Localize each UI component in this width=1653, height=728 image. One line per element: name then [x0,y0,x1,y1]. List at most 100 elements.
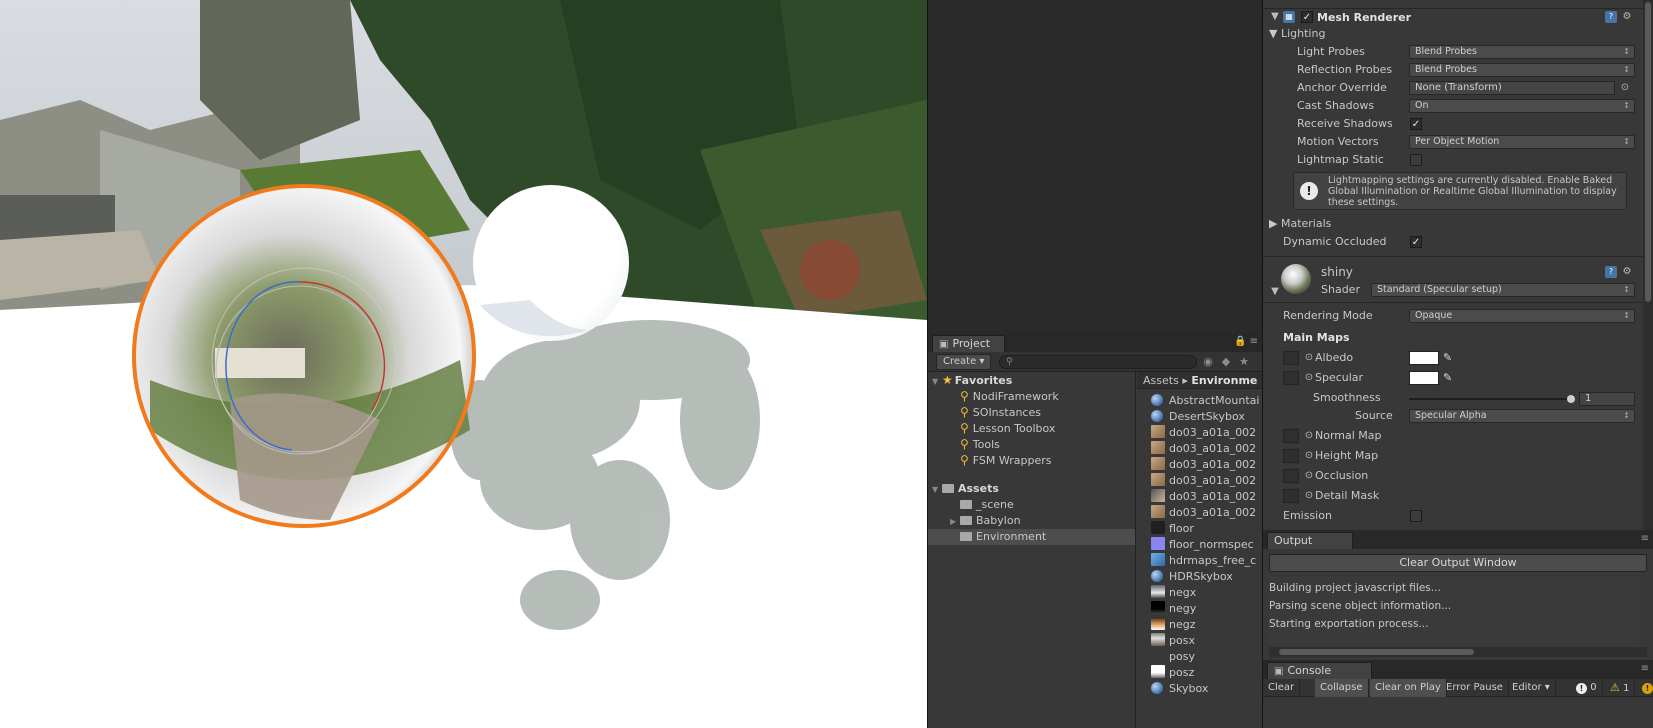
reflection-probes-dropdown[interactable]: Blend Probes [1409,63,1635,77]
eyedropper-icon[interactable]: ✎ [1443,352,1455,364]
filter-by-type-icon[interactable]: ◉ [1200,354,1216,370]
create-button[interactable]: Create ▾ [936,354,992,370]
favorite-item[interactable]: ⚲ FSM Wrappers [928,452,1135,468]
clear-output-button[interactable]: Clear Output Window [1269,554,1647,572]
object-picker-icon[interactable]: ⊙ [1303,450,1315,462]
project-tab[interactable]: ▣ Project [932,335,1006,352]
scene-canvas[interactable] [0,0,927,728]
folder-item[interactable]: _scene [928,497,1135,513]
editor-dropdown[interactable]: Editor ▾ [1507,679,1556,697]
menu-icon[interactable]: ≡ [1641,533,1649,544]
detail-mask-slot[interactable] [1283,489,1299,503]
occlusion-slot[interactable] [1283,469,1299,483]
smoothness-value-field[interactable]: 1 [1579,392,1635,406]
specular-color-swatch[interactable] [1409,371,1439,385]
asset-item[interactable]: do03_a01a_002 [1137,425,1262,441]
albedo-texture-slot[interactable] [1283,351,1299,365]
console-tab[interactable]: ▣ Console [1267,662,1373,679]
folder-item[interactable]: ▶ Babylon [928,513,1135,529]
emission-checkbox[interactable] [1410,510,1422,522]
asset-item[interactable]: DesertSkybox [1137,409,1262,425]
asset-item[interactable]: posz [1137,665,1262,681]
collapse-button[interactable]: Collapse [1315,679,1369,697]
error-pause-button[interactable]: Error Pause [1441,679,1509,697]
specular-texture-slot[interactable] [1283,371,1299,385]
object-picker-icon[interactable]: ⊙ [1619,82,1631,94]
scrollbar-thumb[interactable] [1645,2,1651,302]
asset-item[interactable]: floor_normspec [1137,537,1262,553]
mesh-renderer-enabled-checkbox[interactable]: ✓ [1301,11,1313,23]
asset-item[interactable]: hdrmaps_free_c [1137,553,1262,569]
foldout-arrow-icon[interactable]: ▼ [1269,11,1281,23]
assets-header[interactable]: ▼ Assets [928,481,1135,497]
gear-icon[interactable]: ⚙ [1621,266,1633,278]
motion-vectors-dropdown[interactable]: Per Object Motion [1409,135,1635,149]
cast-shadows-dropdown[interactable]: On [1409,99,1635,113]
asset-item[interactable]: negx [1137,585,1262,601]
menu-icon[interactable]: ≡ [1641,663,1649,674]
favorites-header[interactable]: ▼ ★ Favorites [928,372,1135,388]
expand-arrow-icon[interactable]: ▶ [950,514,960,530]
rendering-mode-dropdown[interactable]: Opaque [1409,309,1635,323]
asset-item[interactable]: negy [1137,601,1262,617]
asset-item[interactable]: Skybox [1137,681,1262,697]
asset-item[interactable]: posy [1137,649,1262,665]
asset-item[interactable]: negz [1137,617,1262,633]
asset-item[interactable]: HDRSkybox [1137,569,1262,585]
output-tab[interactable]: Output [1267,532,1354,549]
info-toggle[interactable]: ! 0 [1571,679,1603,697]
asset-item[interactable]: do03_a01a_002 [1137,457,1262,473]
lighting-foldout[interactable]: ▼ Lighting [1269,26,1325,42]
asset-item[interactable]: do03_a01a_002 [1137,489,1262,505]
object-picker-icon[interactable]: ⊙ [1303,372,1315,384]
help-book-icon[interactable]: ? [1605,266,1617,278]
object-picker-icon[interactable]: ⊙ [1303,430,1315,442]
receive-shadows-checkbox[interactable]: ✓ [1410,118,1422,130]
breadcrumb-root[interactable]: Assets [1143,374,1179,387]
help-book-icon[interactable]: ? [1605,11,1617,23]
favorite-star-icon[interactable]: ★ [1236,354,1252,370]
asset-item[interactable]: do03_a01a_002 [1137,441,1262,457]
inspector-scrollbar[interactable] [1643,0,1653,530]
error-toggle[interactable]: ! [1637,679,1653,697]
asset-item[interactable]: do03_a01a_002 [1137,505,1262,521]
material-preview[interactable] [1281,264,1311,294]
smoothness-slider-track[interactable] [1409,398,1575,400]
search-input[interactable]: ⚲ [999,355,1197,369]
foldout-arrow-icon[interactable]: ▼ [1269,286,1281,298]
clear-button[interactable]: Clear [1263,679,1301,697]
clear-on-play-button[interactable]: Clear on Play [1370,679,1447,697]
filter-by-label-icon[interactable]: ◆ [1218,354,1234,370]
folder-item-selected[interactable]: Environment [928,529,1135,545]
asset-item[interactable]: floor [1137,521,1262,537]
asset-item[interactable]: AbstractMountai [1137,393,1262,409]
scene-view[interactable] [0,0,927,728]
favorite-item[interactable]: ⚲ Tools [928,436,1135,452]
favorite-item[interactable]: ⚲ NodiFramework [928,388,1135,404]
gear-icon[interactable]: ⚙ [1621,11,1633,23]
shader-dropdown[interactable]: Standard (Specular setup) [1371,283,1635,297]
height-map-slot[interactable] [1283,449,1299,463]
asset-item[interactable]: do03_a01a_002 [1137,473,1262,489]
anchor-override-field[interactable]: None (Transform) [1409,81,1615,95]
object-picker-icon[interactable]: ⊙ [1303,352,1315,364]
dynamic-occluded-checkbox[interactable]: ✓ [1410,236,1422,248]
object-picker-icon[interactable]: ⊙ [1303,490,1315,502]
output-horizontal-scrollbar[interactable] [1269,647,1647,657]
asset-item[interactable]: posx [1137,633,1262,649]
lightmap-static-checkbox[interactable] [1410,154,1422,166]
smoothness-source-dropdown[interactable]: Specular Alpha [1409,409,1635,423]
breadcrumb-current[interactable]: Environme [1191,374,1257,387]
normal-map-slot[interactable] [1283,429,1299,443]
albedo-color-swatch[interactable] [1409,351,1439,365]
favorite-item[interactable]: ⚲ Lesson Toolbox [928,420,1135,436]
object-picker-icon[interactable]: ⊙ [1303,470,1315,482]
scrollbar-thumb[interactable] [1279,649,1474,655]
warning-toggle[interactable]: ⚠ 1 [1605,679,1636,697]
eyedropper-icon[interactable]: ✎ [1443,372,1455,384]
smoothness-slider-handle[interactable] [1567,395,1575,403]
lock-and-menu-icon[interactable]: 🔒 ≡ [1234,336,1258,347]
materials-foldout[interactable]: ▶ Materials [1269,216,1331,232]
light-probes-dropdown[interactable]: Blend Probes [1409,45,1635,59]
favorite-item[interactable]: ⚲ SOInstances [928,404,1135,420]
